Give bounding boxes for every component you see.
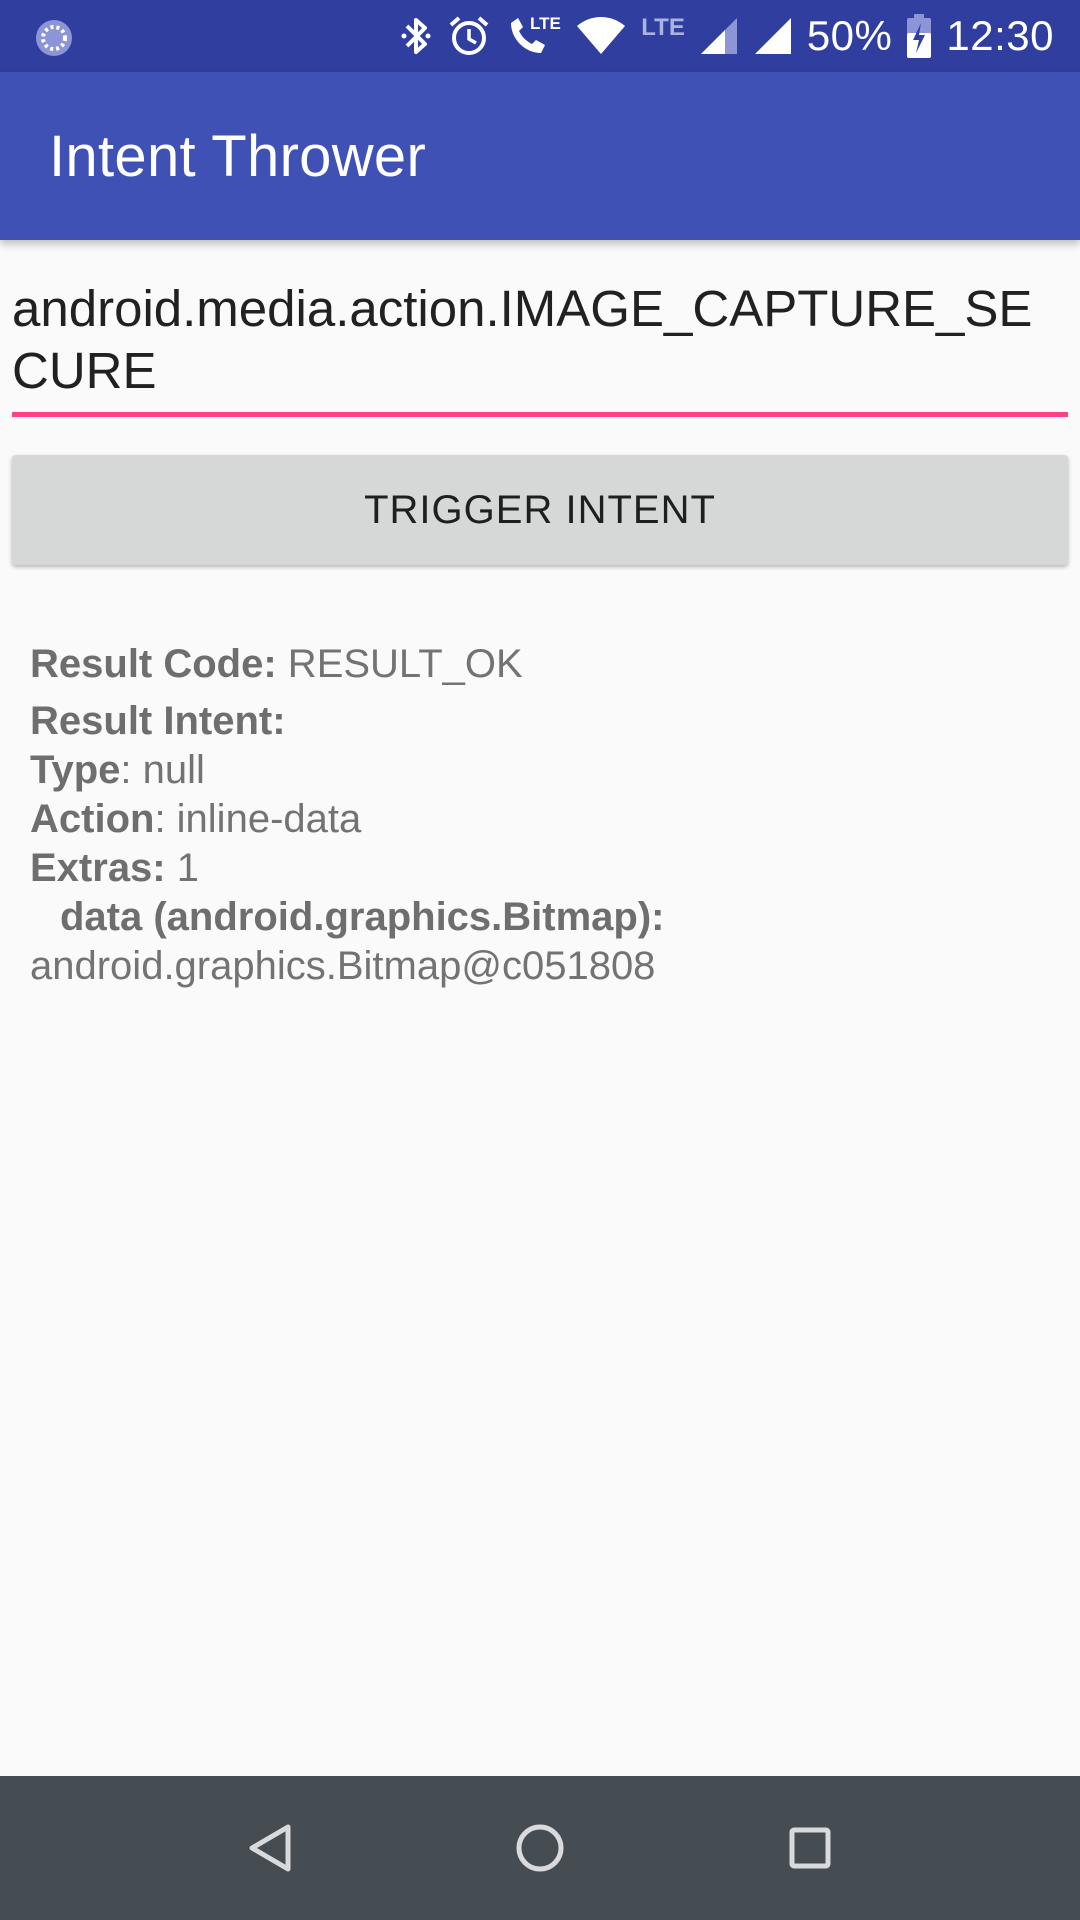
alarm-icon <box>447 0 491 72</box>
extra-value-line: android.graphics.Bitmap@c051808 <box>30 942 1050 991</box>
clock: 12:30 <box>946 12 1054 59</box>
wifi-icon <box>575 0 627 72</box>
home-icon[interactable] <box>470 1776 610 1920</box>
app-bar: Intent Thrower <box>0 72 1080 240</box>
loading-icon <box>34 18 74 63</box>
volte-call-icon: LTE <box>505 0 561 72</box>
signal-icon <box>699 0 739 72</box>
trigger-intent-button[interactable]: TRIGGER INTENT <box>12 455 1068 565</box>
input-underline <box>12 412 1068 417</box>
extras-value: 1 <box>165 846 199 890</box>
navigation-bar <box>0 1776 1080 1920</box>
intent-action-input[interactable]: android.media.action.IMAGE_CAPTURE_SECUR… <box>12 278 1068 418</box>
status-bar: LTE LTE 50% 12:30 <box>0 0 1080 72</box>
battery-percent: 50% <box>806 12 893 59</box>
back-icon[interactable] <box>200 1776 340 1920</box>
action-label: Action <box>30 797 155 841</box>
result-code-label: Result Code: <box>30 642 277 686</box>
battery-charging-icon <box>906 0 932 72</box>
type-line: Type: null <box>30 746 1050 795</box>
recents-icon[interactable] <box>740 1776 880 1920</box>
action-value: : inline-data <box>154 797 362 841</box>
app-title: Intent Thrower <box>49 123 427 189</box>
type-label: Type <box>30 748 121 792</box>
bluetooth-icon <box>399 0 433 72</box>
result-code-value: RESULT_OK <box>276 642 523 686</box>
extras-line: Extras: 1 <box>30 844 1050 893</box>
svg-text:LTE: LTE <box>530 14 561 33</box>
extras-label: Extras: <box>30 846 166 890</box>
result-output: Result Code: RESULT_OK Result Intent: Ty… <box>30 640 1050 991</box>
extra-value: android.graphics.Bitmap@c051808 <box>30 944 656 988</box>
type-value: : null <box>120 748 205 792</box>
result-intent-label: Result Intent: <box>30 699 286 743</box>
extra-key: data (android.graphics.Bitmap): <box>60 895 665 939</box>
result-code-line: Result Code: RESULT_OK <box>30 640 1050 689</box>
action-line: Action: inline-data <box>30 795 1050 844</box>
result-intent-line: Result Intent: <box>30 697 1050 746</box>
extra-key-line: data (android.graphics.Bitmap): <box>30 893 1050 942</box>
signal-icon-2 <box>753 0 793 72</box>
lte-label: LTE <box>641 14 685 41</box>
